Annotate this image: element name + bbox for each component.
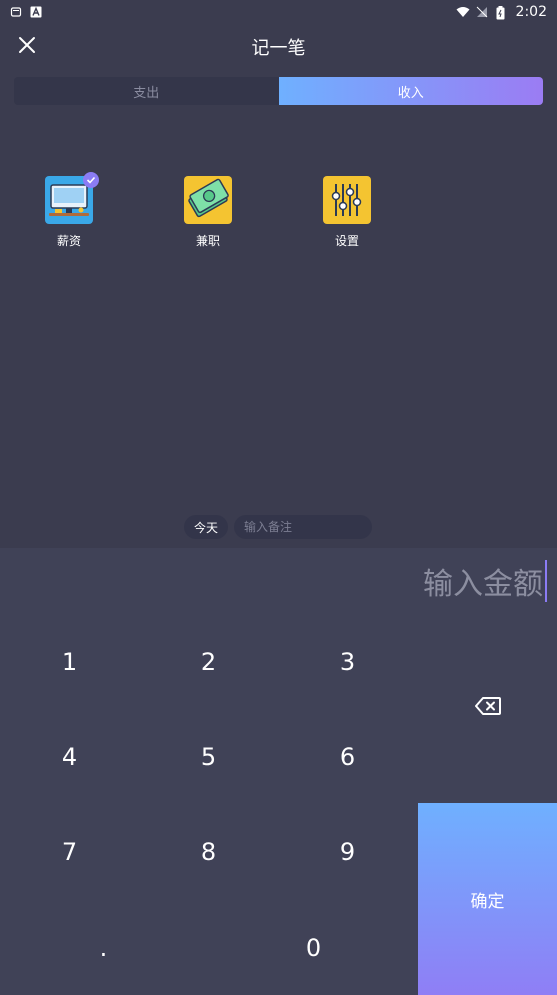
date-button[interactable]: 今天 [184,515,228,539]
page-title: 记一笔 [251,38,306,59]
key-0[interactable]: 0 [244,900,383,995]
selected-check-icon [83,172,99,188]
text-caret [545,560,547,602]
category-salary[interactable]: 薪资 [34,172,104,249]
category-settings[interactable]: 设置 [312,176,382,249]
status-right: 2:02 [456,4,547,20]
keypad-area: 输入金额 1 2 3 4 5 6 7 8 9 . 0 确定 [0,548,557,995]
battery-icon [496,6,508,20]
status-left [10,6,42,18]
status-time: 2:02 [515,4,547,20]
amount-placeholder: 输入金额 [423,567,543,602]
notification-a-icon [30,6,42,18]
key-1[interactable]: 1 [0,614,139,709]
category-label: 兼职 [195,234,220,248]
close-icon [18,36,36,58]
salary-computer-icon [45,172,99,224]
amount-display[interactable]: 输入金额 [423,560,547,602]
confirm-button[interactable]: 确定 [418,803,557,995]
key-3[interactable]: 3 [278,614,417,709]
tab-expense[interactable]: 支出 [14,77,279,105]
key-4[interactable]: 4 [0,709,139,804]
status-bar: 2:02 [0,0,557,24]
no-signal-icon [476,6,488,18]
backspace-button[interactable] [418,660,557,755]
key-7[interactable]: 7 [0,804,139,899]
key-9[interactable]: 9 [278,804,417,899]
close-button[interactable] [12,32,42,62]
category-part-time[interactable]: 兼职 [173,176,243,249]
category-grid: 薪资 兼职 设置 [0,172,557,266]
wifi-icon [456,6,470,18]
type-tabs: 支出 收入 [14,77,543,105]
settings-sliders-icon [323,176,371,224]
part-time-money-icon [184,176,232,224]
backspace-icon [474,696,501,719]
key-8[interactable]: 8 [139,804,278,899]
notification-app-icon [10,6,22,18]
header: 记一笔 [0,24,557,70]
key-dot[interactable]: . [34,900,173,995]
key-5[interactable]: 5 [139,709,278,804]
note-input[interactable] [234,515,372,539]
category-label: 设置 [334,234,359,248]
category-label: 薪资 [56,234,81,248]
key-6[interactable]: 6 [278,709,417,804]
key-2[interactable]: 2 [139,614,278,709]
note-row: 今天 [0,515,557,539]
tab-income[interactable]: 收入 [278,77,543,105]
